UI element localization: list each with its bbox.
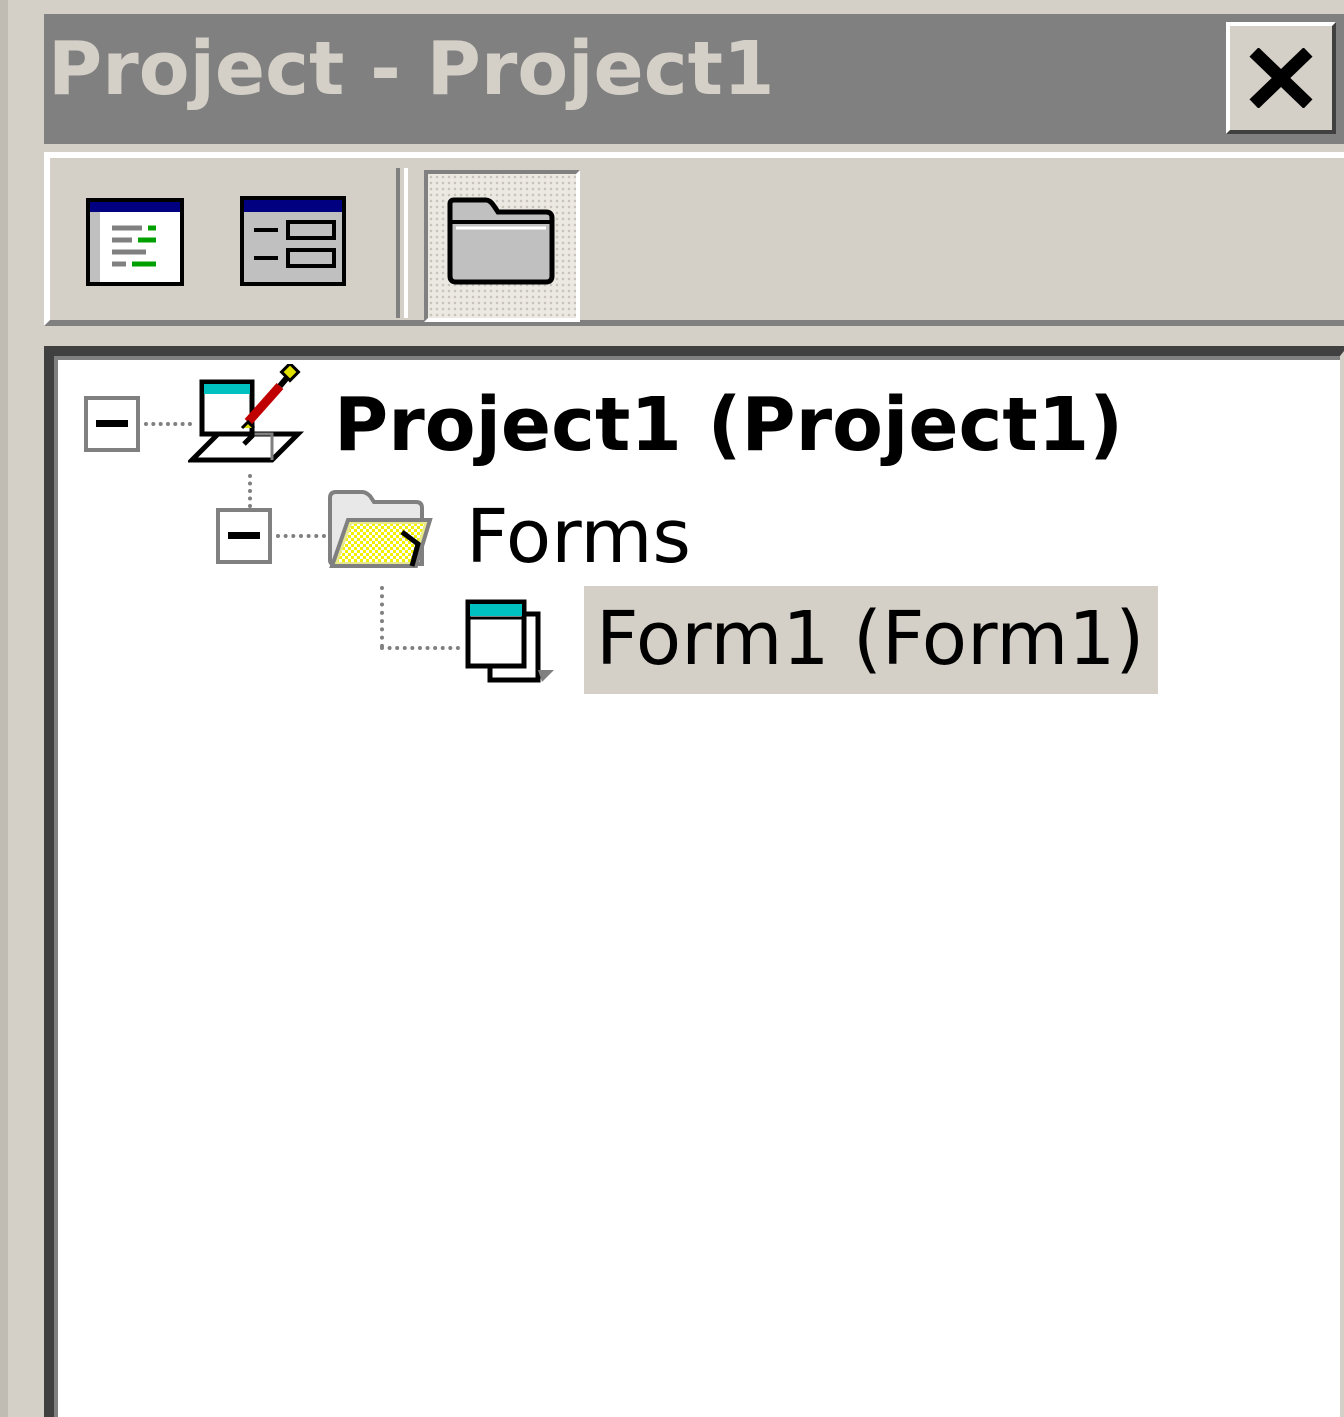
toggle-folders-button[interactable] [424, 170, 580, 322]
view-code-button[interactable] [80, 176, 200, 296]
project-node-label[interactable]: Project1 (Project1) [334, 388, 1123, 462]
form-icon [465, 599, 554, 683]
view-object-button[interactable] [236, 176, 356, 296]
view-code-icon [86, 198, 184, 286]
folder-icon [447, 197, 555, 285]
close-button[interactable] [1226, 22, 1336, 134]
tree-connector [380, 646, 460, 650]
tree-connector [276, 534, 326, 538]
title-bar[interactable]: Project - Project1 [44, 14, 1344, 144]
window-title: Project - Project1 [48, 26, 775, 112]
tree-content: Project1 (Project1) Forms Form1 (Form1) [54, 356, 1340, 1417]
open-folder-icon [328, 490, 433, 568]
project-tree[interactable]: Project1 (Project1) Forms Form1 (Form1) [44, 346, 1344, 1417]
toolbar-separator [396, 168, 408, 318]
close-icon [1249, 48, 1313, 108]
tree-connector [380, 586, 384, 648]
forms-collapse-toggle[interactable] [216, 508, 272, 564]
tree-connector [144, 422, 192, 426]
form1-node-label[interactable]: Form1 (Form1) [584, 586, 1159, 694]
forms-folder-label[interactable]: Forms [466, 500, 691, 574]
project-icon [188, 364, 305, 463]
view-object-icon [240, 196, 346, 286]
project-explorer-window: Project - Project1 Project1 (Project1) F… [0, 0, 1344, 1417]
project-toolbar [44, 152, 1344, 326]
project-collapse-toggle[interactable] [84, 396, 140, 452]
tree-connector [248, 474, 252, 508]
